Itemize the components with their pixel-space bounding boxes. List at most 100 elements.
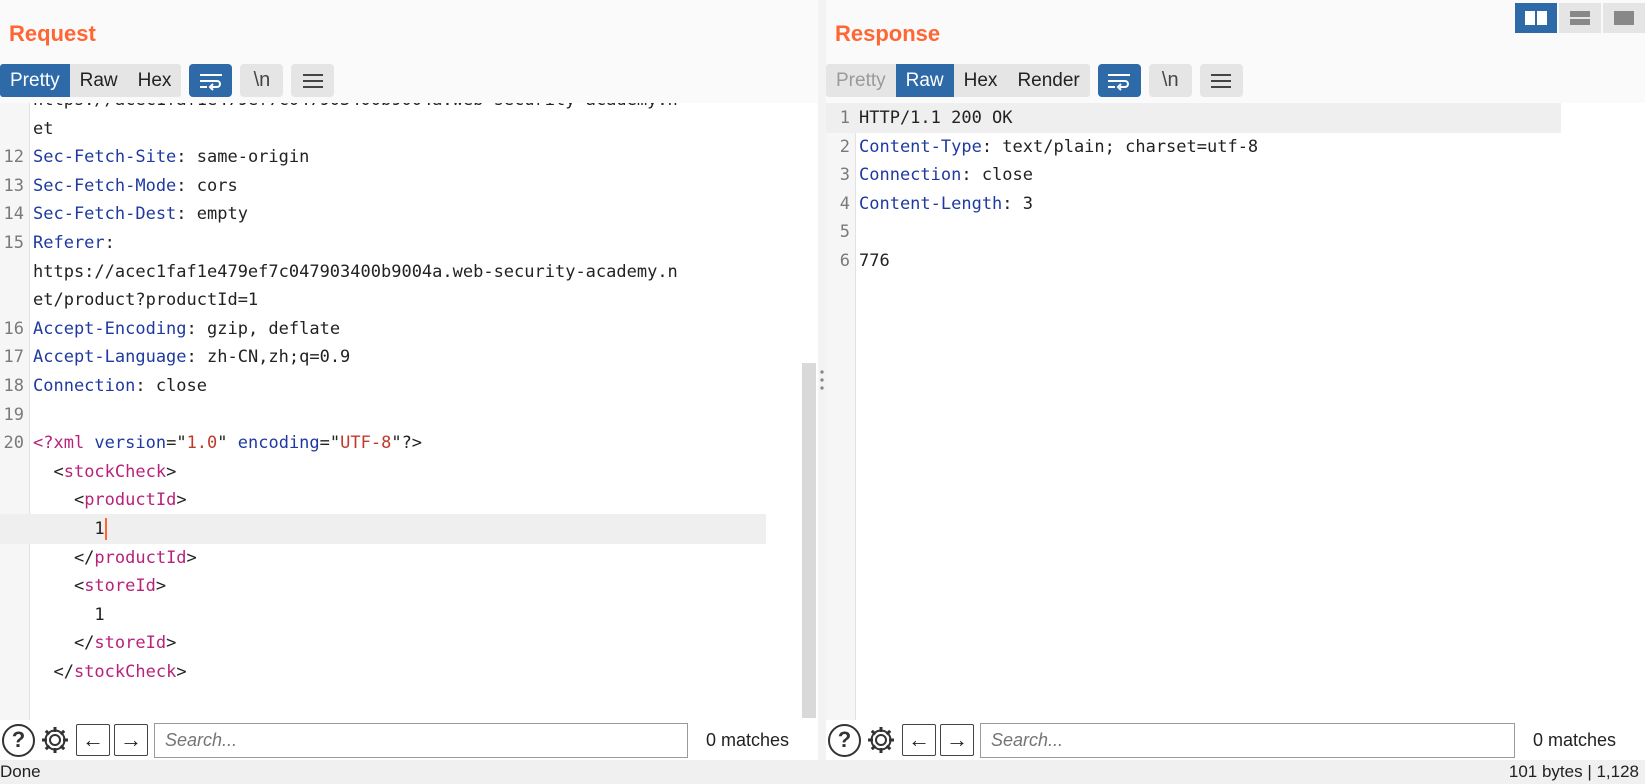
help-button[interactable]: ? <box>2 723 35 757</box>
request-tab-raw[interactable]: Raw <box>70 64 128 97</box>
response-settings-button[interactable] <box>864 723 898 757</box>
response-tab-hex[interactable]: Hex <box>954 64 1008 97</box>
response-help-button[interactable]: ? <box>828 723 861 757</box>
layout-stacked-button[interactable] <box>1559 3 1601 33</box>
request-search-input[interactable] <box>154 722 688 758</box>
request-tab-hex[interactable]: Hex <box>128 64 182 97</box>
line-number: 5 <box>839 222 850 243</box>
code-token: Sec-Fetch-Site <box>33 147 177 168</box>
wrap-icon <box>1108 73 1131 91</box>
line-number: 4 <box>839 193 850 214</box>
next-match-button[interactable]: → <box>114 724 148 756</box>
code-line: 18 Connection: close <box>0 371 766 401</box>
code-line: et <box>0 114 766 144</box>
line-number: 3 <box>839 165 850 186</box>
request-scrollbar[interactable] <box>802 363 816 718</box>
layout-tabs-button[interactable] <box>1603 3 1645 33</box>
text-caret <box>104 518 107 540</box>
code-line: 20 <?xml version="1.0" encoding="UTF-8"?> <box>0 428 766 458</box>
code-token: Sec-Fetch-Dest <box>33 204 177 225</box>
code-token: stockCheck <box>73 662 177 682</box>
response-tab-raw[interactable]: Raw <box>895 64 954 97</box>
response-match-count: 0 matches <box>1533 729 1617 750</box>
code-token: > <box>155 576 167 597</box>
code-token: </ <box>33 633 95 654</box>
code-line: et/product?productId=1 <box>0 285 766 315</box>
line-number: 15 <box>3 233 24 253</box>
code-token: version <box>94 433 167 454</box>
code-line: 15 Referer: <box>0 228 766 258</box>
code-line: </productId> <box>0 543 766 573</box>
arrow-right-icon: → <box>120 727 142 752</box>
response-wrap-lines-button[interactable] <box>1097 64 1141 97</box>
code-token: <?xml <box>33 433 95 454</box>
code-token: HTTP/1.1 200 OK <box>859 108 1013 128</box>
line-number: 12 <box>3 147 24 168</box>
code-token: Connection <box>859 165 962 186</box>
code-line: 14 Sec-Fetch-Dest: empty <box>0 199 766 229</box>
code-line: 6 776 <box>826 246 1561 276</box>
request-toolbar: Pretty Raw Hex \n <box>0 64 335 97</box>
line-number: 18 <box>3 376 24 396</box>
code-line: 2 Content-Type: text/plain; charset=utf-8 <box>826 132 1561 162</box>
code-token: : close <box>135 376 208 396</box>
code-line: https://acec1faf1e479ef7c047903400b9004a… <box>0 257 766 287</box>
code-token: Content-Length <box>859 193 1003 214</box>
code-token: et/product?productId=1 <box>33 290 259 311</box>
request-tab-pretty[interactable]: Pretty <box>0 64 70 97</box>
code-line: 1 HTTP/1.1 200 OK <box>826 103 1561 133</box>
response-editor[interactable]: 1 HTTP/1.1 200 OK 2 Content-Type: text/plai… <box>826 103 1645 720</box>
line-number: 19 <box>3 404 24 425</box>
code-token: 1 <box>33 604 105 625</box>
layout-side-by-side-button[interactable] <box>1515 3 1557 33</box>
response-search-input[interactable] <box>980 722 1515 758</box>
response-pane: Response Pretty Raw Hex Render \n 1 HTTP… <box>826 0 1645 760</box>
code-line: 5 <box>826 217 1561 247</box>
code-token: https://acec1faf1e479ef7c047903400b9004a… <box>33 261 678 282</box>
settings-button[interactable] <box>38 723 72 757</box>
rows-icon <box>1570 11 1590 25</box>
code-token: : <box>104 233 115 253</box>
code-token: : text/plain; charset=utf-8 <box>981 136 1259 157</box>
line-number: 20 <box>3 433 24 454</box>
response-show-newlines-button[interactable]: \n <box>1148 64 1192 97</box>
code-line: 19 <box>0 400 766 430</box>
line-number: 2 <box>839 136 850 157</box>
code-token: : cors <box>176 175 238 196</box>
pane-divider[interactable] <box>818 0 826 760</box>
code-line: 4 Content-Length: 3 <box>826 189 1561 219</box>
response-search-bar: ? ← → 0 matches <box>826 720 1645 760</box>
response-menu-button[interactable] <box>1199 64 1243 97</box>
code-token: Content-Type <box>859 136 982 157</box>
code-token: Referer <box>33 233 105 253</box>
code-token: : 3 <box>1002 193 1034 214</box>
drag-handle-icon <box>820 368 824 392</box>
code-token: productId <box>94 547 187 568</box>
arrow-left-icon: ← <box>908 727 930 752</box>
wrap-lines-button[interactable] <box>189 64 233 97</box>
code-token: Connection <box>33 376 136 396</box>
code-token: 776 <box>859 251 890 271</box>
response-tab-pretty[interactable]: Pretty <box>826 64 896 97</box>
previous-match-button[interactable]: ← <box>76 724 110 756</box>
response-next-match-button[interactable]: → <box>940 724 974 756</box>
response-previous-match-button[interactable]: ← <box>902 724 936 756</box>
code-line: 1 <box>0 514 766 544</box>
single-pane-icon <box>1614 11 1634 25</box>
code-token: 1.0 <box>186 433 218 454</box>
request-menu-button[interactable] <box>291 64 335 97</box>
line-number: 14 <box>3 204 24 225</box>
code-token: Accept-Encoding <box>33 318 187 339</box>
arrow-right-icon: → <box>946 727 968 752</box>
code-token: =" <box>319 433 341 454</box>
wrap-icon <box>199 73 222 91</box>
code-token: encoding <box>237 433 320 454</box>
response-tab-render[interactable]: Render <box>1007 64 1089 97</box>
code-token: > <box>176 490 187 511</box>
code-token: </ <box>33 547 95 568</box>
line-number: 16 <box>3 318 24 339</box>
show-newlines-button[interactable]: \n <box>240 64 284 97</box>
request-editor[interactable]: https://acec1faf1e479ef7c047903400b9004a… <box>0 103 802 720</box>
response-toolbar: Pretty Raw Hex Render \n <box>826 64 1243 97</box>
response-header: Response Pretty Raw Hex Render \n <box>826 0 1645 103</box>
